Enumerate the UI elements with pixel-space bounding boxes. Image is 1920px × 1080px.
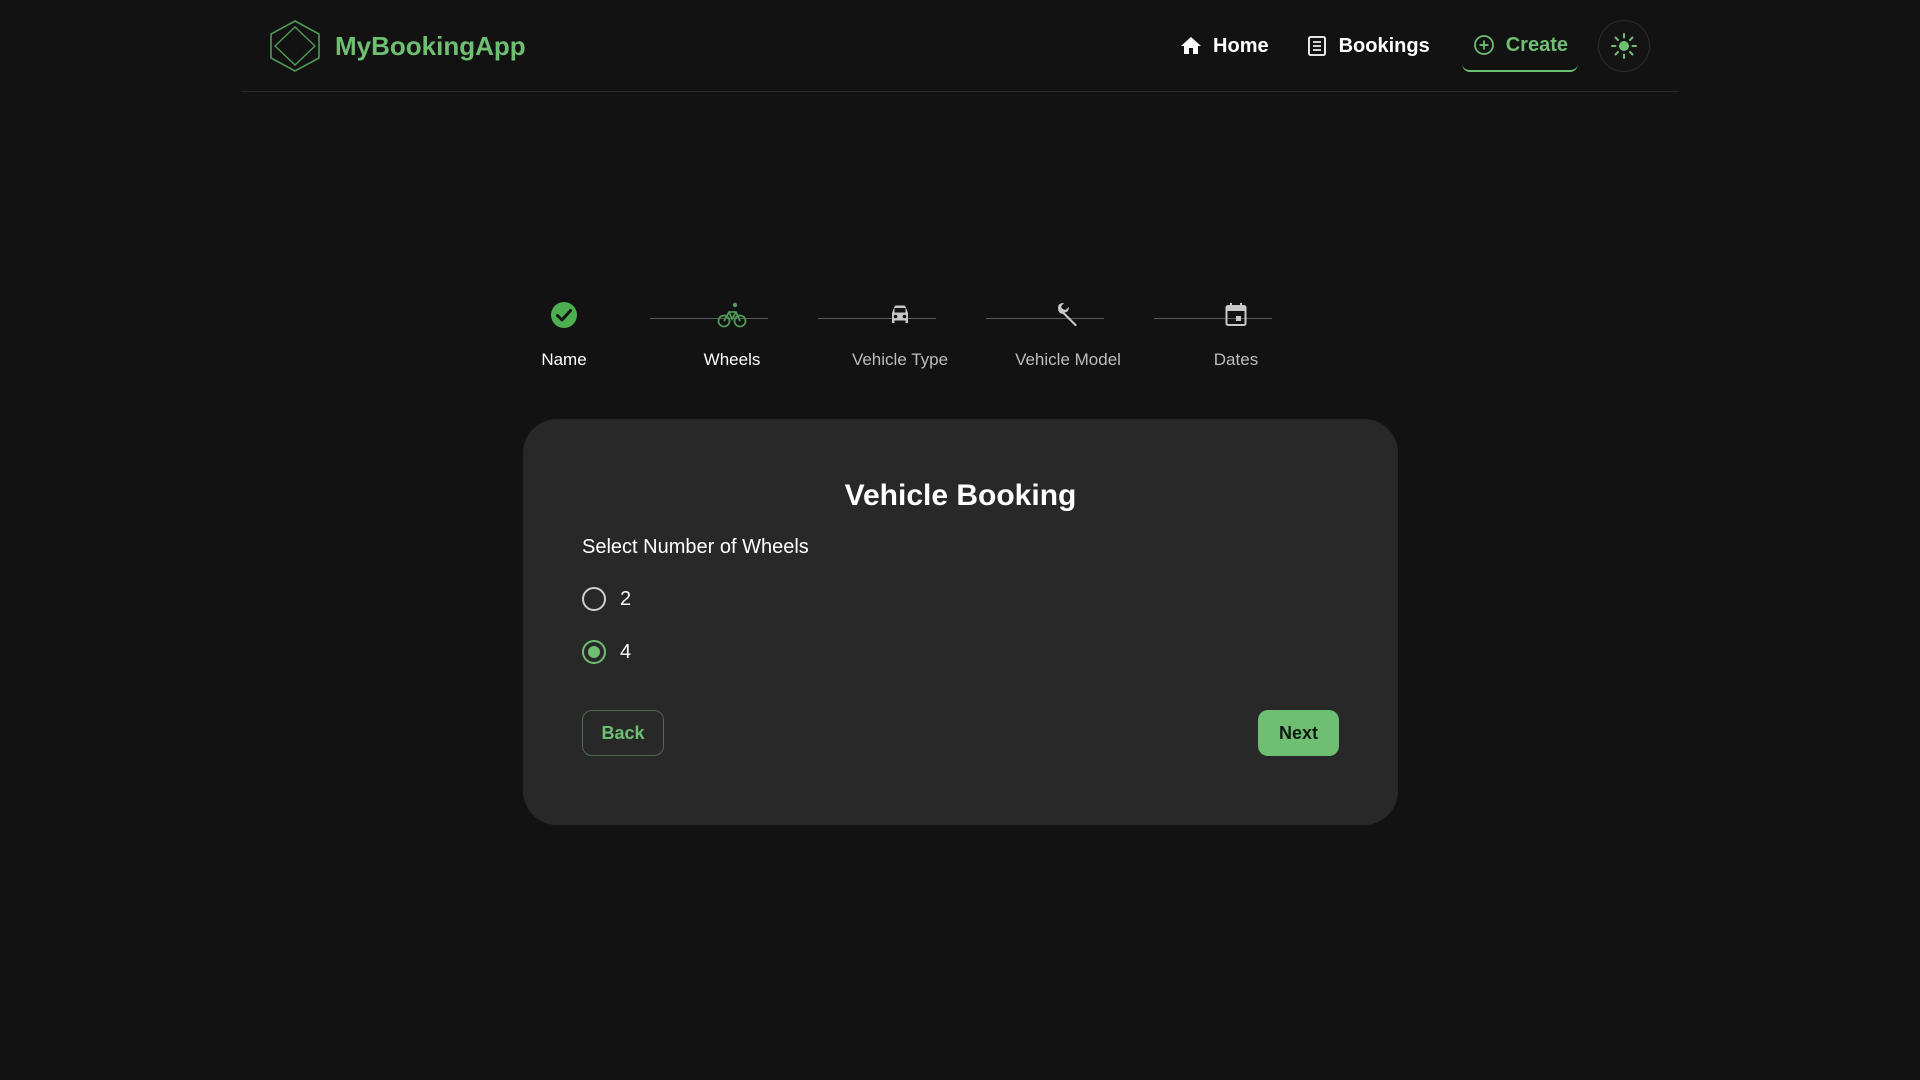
nav-bookings-label: Bookings xyxy=(1338,34,1430,57)
wheels-field-label: Select Number of Wheels xyxy=(582,536,809,558)
check-circle-icon xyxy=(551,302,577,328)
app-header: MyBookingApp Home Bookings Create xyxy=(241,0,1679,92)
radio-button-selected[interactable] xyxy=(582,640,606,664)
step-vehicle-model: Vehicle Model xyxy=(983,300,1153,370)
wrench-icon xyxy=(1058,303,1077,327)
home-icon xyxy=(1181,37,1202,54)
step-vehicle-type: Vehicle Type xyxy=(815,300,985,370)
brand-name: MyBookingApp xyxy=(335,30,526,61)
calendar-icon xyxy=(1225,303,1247,326)
car-icon xyxy=(892,305,908,323)
step-wheels: Wheels xyxy=(647,300,817,370)
nav-bookings[interactable]: Bookings xyxy=(1295,20,1440,72)
step-label: Name xyxy=(541,350,587,369)
step-name: Name xyxy=(479,300,649,370)
bicycle-icon xyxy=(717,302,747,328)
step-label: Wheels xyxy=(703,350,761,369)
brand[interactable]: MyBookingApp xyxy=(269,19,526,73)
next-button[interactable]: Next xyxy=(1258,710,1339,756)
form-title: Vehicle Booking xyxy=(844,479,1077,512)
step-dates: Dates xyxy=(1151,300,1321,370)
radio-button[interactable] xyxy=(582,587,606,611)
sun-icon xyxy=(1611,33,1637,59)
logo-icon xyxy=(270,20,320,72)
add-circle-icon xyxy=(1473,35,1494,55)
radio-option-4[interactable]: 4 xyxy=(582,640,631,664)
booking-form-card: Vehicle Booking Select Number of Wheels … xyxy=(523,419,1398,825)
step-label: Vehicle Type xyxy=(851,350,949,369)
nav-home-label: Home xyxy=(1213,34,1269,57)
step-label: Vehicle Model xyxy=(1015,350,1121,369)
step-label: Dates xyxy=(1213,350,1259,369)
nav-home[interactable]: Home xyxy=(1169,20,1279,72)
nav-create-label: Create xyxy=(1505,33,1568,56)
booking-stepper: Name Wheels Vehicle Type Vehicle Model D… xyxy=(540,300,1380,380)
theme-toggle-button[interactable] xyxy=(1598,20,1650,72)
nav-create[interactable]: Create xyxy=(1461,20,1578,72)
main-nav: Home Bookings Create xyxy=(1169,19,1650,73)
radio-option-2[interactable]: 2 xyxy=(582,587,631,611)
radio-label: 4 xyxy=(620,640,632,663)
list-icon xyxy=(1307,36,1326,56)
radio-label: 2 xyxy=(620,587,632,610)
back-button[interactable]: Back xyxy=(582,710,664,756)
